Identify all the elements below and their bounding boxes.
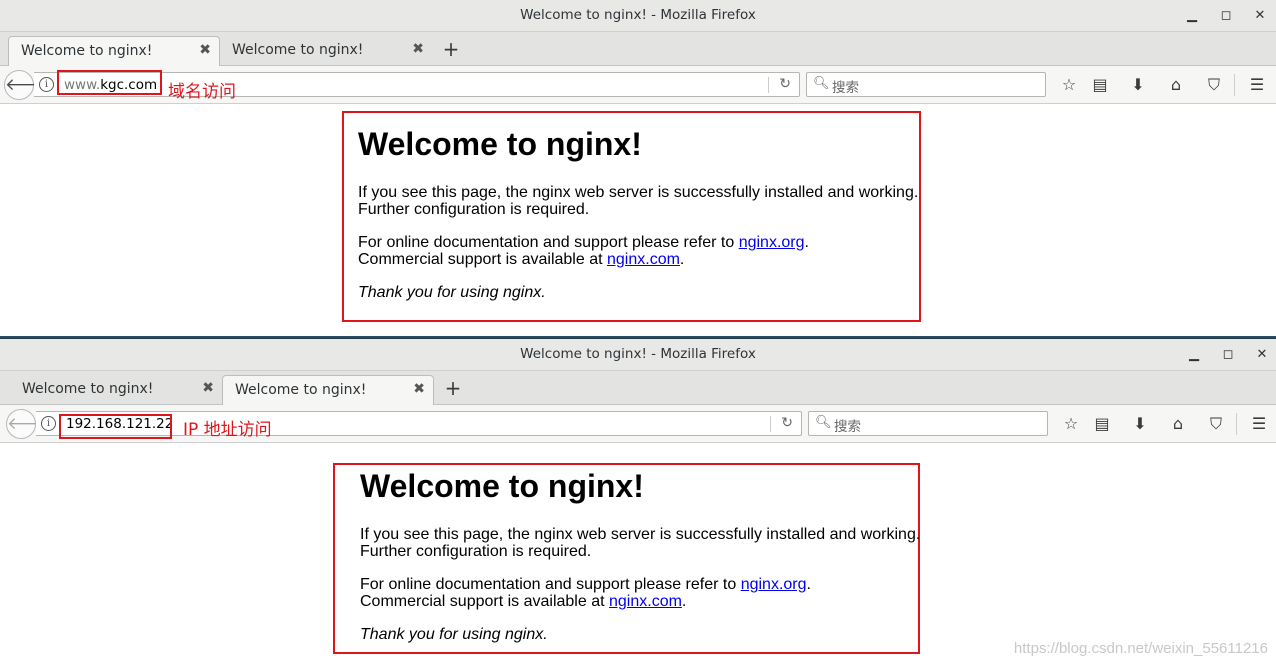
tab-welcome-2[interactable]: Welcome to nginx! ✖ xyxy=(222,375,434,405)
annotation-label: 域名访问 xyxy=(168,82,236,102)
title-bar: Welcome to nginx! - Mozilla Firefox ▁ ◻ … xyxy=(0,0,1276,32)
page-heading: Welcome to nginx! xyxy=(360,468,644,504)
search-placeholder: 搜索 xyxy=(834,419,861,435)
tab-welcome-1[interactable]: Welcome to nginx! ✖ xyxy=(10,375,222,405)
back-arrow-icon[interactable]: 🡐 xyxy=(4,70,51,100)
maximize-icon[interactable]: ◻ xyxy=(1216,6,1236,26)
clipboard-icon[interactable]: ▤ xyxy=(1091,413,1113,435)
nginx-org-link[interactable]: nginx.org xyxy=(739,234,805,251)
reload-icon[interactable]: ↻ xyxy=(781,415,793,431)
nginx-welcome-page: Welcome to nginx! If you see this page, … xyxy=(358,126,928,301)
page-heading: Welcome to nginx! xyxy=(358,126,642,162)
firefox-window-domain: Welcome to nginx! - Mozilla Firefox ▁ ◻ … xyxy=(0,0,1276,337)
new-tab-icon[interactable]: + xyxy=(442,377,464,399)
tab-label: Welcome to nginx! xyxy=(235,382,367,398)
close-icon[interactable]: ✕ xyxy=(1252,345,1272,365)
title-bar: Welcome to nginx! - Mozilla Firefox ▁ ◻ … xyxy=(0,339,1276,371)
search-placeholder: 搜索 xyxy=(832,80,859,96)
firefox-window-ip: Welcome to nginx! - Mozilla Firefox ▁ ◻ … xyxy=(0,338,1276,665)
paragraph-docs: For online documentation and support ple… xyxy=(358,234,809,268)
search-input[interactable]: 🔍︎ 搜索 xyxy=(806,72,1046,97)
pocket-icon[interactable]: ⛉ xyxy=(1203,74,1225,96)
tab-label: Welcome to nginx! xyxy=(21,43,153,59)
search-input[interactable]: 🔍︎ 搜索 xyxy=(808,411,1048,436)
download-arrow-icon[interactable]: ⬇ xyxy=(1129,413,1151,435)
reload-icon[interactable]: ↻ xyxy=(779,76,791,92)
tab-label: Welcome to nginx! xyxy=(22,381,154,397)
paragraph-intro: If you see this page, the nginx web serv… xyxy=(358,184,919,218)
home-icon[interactable]: ⌂ xyxy=(1167,413,1189,435)
download-arrow-icon[interactable]: ⬇ xyxy=(1127,74,1149,96)
clipboard-icon[interactable]: ▤ xyxy=(1089,74,1111,96)
star-icon[interactable]: ☆ xyxy=(1058,74,1080,96)
tab-welcome-1[interactable]: Welcome to nginx! ✖ xyxy=(8,36,220,66)
paragraph-thanks: Thank you for using nginx. xyxy=(358,284,546,301)
search-icon: 🔍︎ xyxy=(813,76,830,91)
nginx-com-link[interactable]: nginx.com xyxy=(607,251,680,268)
paragraph-docs: For online documentation and support ple… xyxy=(360,576,811,610)
window-title: Welcome to nginx! - Mozilla Firefox xyxy=(520,7,756,23)
toolbar-divider xyxy=(1234,74,1235,96)
new-tab-icon[interactable]: + xyxy=(440,38,462,60)
nginx-org-link[interactable]: nginx.org xyxy=(741,576,807,593)
minimize-icon[interactable]: ▁ xyxy=(1182,6,1202,26)
tab-label: Welcome to nginx! xyxy=(232,42,364,58)
tab-close-icon[interactable]: ✖ xyxy=(199,42,211,58)
pocket-icon[interactable]: ⛉ xyxy=(1205,413,1227,435)
close-icon[interactable]: ✕ xyxy=(1250,6,1270,26)
back-arrow-icon[interactable]: 🡐 xyxy=(6,409,53,439)
tab-close-icon[interactable]: ✖ xyxy=(413,381,425,397)
search-icon: 🔍︎ xyxy=(815,415,832,430)
watermark: https://blog.csdn.net/weixin_55611216 xyxy=(1013,640,1268,657)
url-highlight-box xyxy=(59,414,172,439)
paragraph-intro: If you see this page, the nginx web serv… xyxy=(360,526,921,560)
nginx-welcome-page: Welcome to nginx! If you see this page, … xyxy=(360,468,930,643)
minimize-icon[interactable]: ▁ xyxy=(1184,345,1204,365)
maximize-icon[interactable]: ◻ xyxy=(1218,345,1238,365)
url-highlight-box xyxy=(57,70,162,95)
nginx-com-link[interactable]: nginx.com xyxy=(609,593,682,610)
hamburger-menu-icon[interactable]: ☰ xyxy=(1246,74,1268,96)
window-title: Welcome to nginx! - Mozilla Firefox xyxy=(520,346,756,362)
hamburger-menu-icon[interactable]: ☰ xyxy=(1248,413,1270,435)
tab-welcome-2[interactable]: Welcome to nginx! ✖ xyxy=(220,36,432,66)
info-icon[interactable]: i xyxy=(39,77,54,92)
paragraph-thanks: Thank you for using nginx. xyxy=(360,626,548,643)
tab-close-icon[interactable]: ✖ xyxy=(202,380,214,396)
home-icon[interactable]: ⌂ xyxy=(1165,74,1187,96)
annotation-label: IP 地址访问 xyxy=(183,420,272,440)
url-divider xyxy=(768,77,769,93)
star-icon[interactable]: ☆ xyxy=(1060,413,1082,435)
toolbar-divider xyxy=(1236,413,1237,435)
tab-close-icon[interactable]: ✖ xyxy=(412,41,424,57)
tab-bar: Welcome to nginx! ✖ Welcome to nginx! ✖ … xyxy=(0,32,1276,66)
url-divider xyxy=(770,416,771,432)
info-icon[interactable]: i xyxy=(41,416,56,431)
tab-bar: Welcome to nginx! ✖ Welcome to nginx! ✖ … xyxy=(0,371,1276,405)
